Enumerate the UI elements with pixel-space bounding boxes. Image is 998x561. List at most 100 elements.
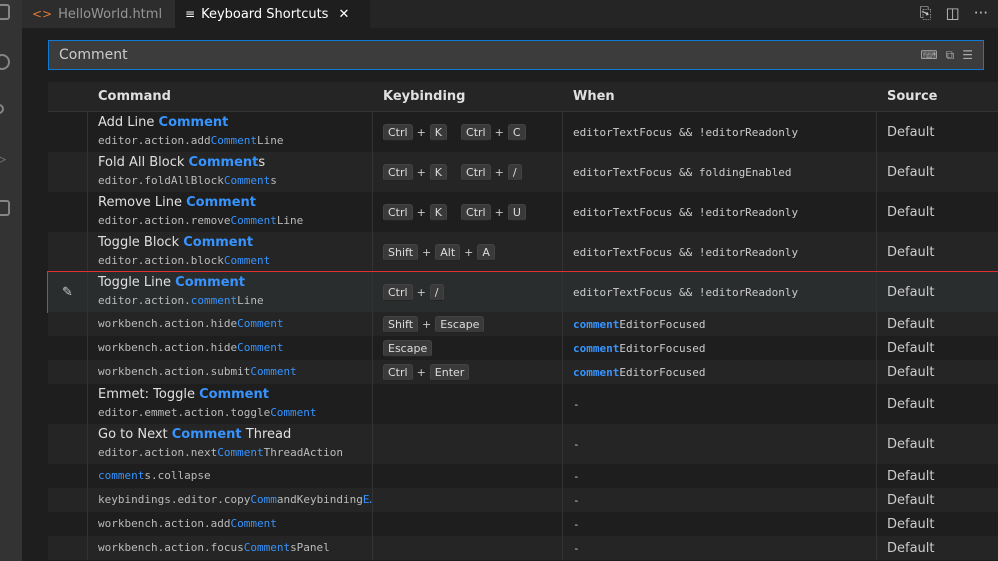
search-icon[interactable] [0,54,10,70]
edit-pencil-icon[interactable]: ✎ [62,285,73,300]
split-editor-icon[interactable]: ◫ [946,4,960,22]
text-segment: - [573,517,580,531]
command-title: Toggle Line Comment [98,274,372,292]
command-title: Remove Line Comment [98,194,372,212]
when-cell: editorTextFocus && !editorReadonly [563,192,877,232]
match-highlight: Comment [158,115,229,130]
command-title: Toggle Block Comment [98,234,372,252]
tab-helloworld[interactable]: <> HelloWorld.html [22,0,175,28]
text-segment: Go to Next [98,427,172,442]
match-highlight: Comment [230,517,277,530]
table-header: Command Keybinding When Source [48,82,998,112]
header-source[interactable]: Source [877,89,998,104]
run-debug-icon[interactable]: ▷ [0,152,12,168]
plus-separator: + [416,165,426,179]
source-control-icon[interactable] [0,104,4,114]
table-row[interactable]: workbench.action.focusCommentsPanel - Defa… [48,536,998,560]
open-json-icon[interactable]: ⎘ [919,4,931,22]
text-segment: editor.emmet.action.toggle [98,406,271,419]
key-cap: Shift [383,315,419,333]
key-cap: Ctrl [383,203,413,221]
plus-separator: + [416,365,426,379]
table-row[interactable]: workbench.action.hideComment Escape commen… [48,336,998,360]
more-actions-icon[interactable]: ··· [974,4,988,22]
text-segment: Fold All Block [98,155,189,170]
source-cell: Default [887,436,935,452]
command-cell: Add Line Comment editor.action.addComment… [88,112,373,152]
match-highlight: Comment [188,155,259,170]
text-segment: andKeybinding [276,493,363,506]
match-highlight: comment [190,294,238,307]
command-cell: workbench.action.hideComment [88,336,373,360]
extensions-icon[interactable] [0,200,10,216]
text-segment: Toggle Line [98,275,176,290]
table-row[interactable]: keybindings.editor.copyCommandKeybinding… [48,488,998,512]
text-segment: s [270,174,277,187]
table-row[interactable]: Toggle Block Comment editor.action.blockC… [48,232,998,272]
header-when[interactable]: When [563,82,877,111]
text-segment: Remove Line [98,195,187,210]
explorer-icon[interactable] [0,4,10,20]
table-row[interactable]: workbench.action.submitComment Ctrl + Enter… [48,360,998,384]
keybinding-cell: Ctrl + K Ctrl + C [373,112,563,152]
key-cap: K [429,203,448,221]
keybinding-cell: Ctrl + K Ctrl + / [373,152,563,192]
text-segment: - [573,541,580,555]
sort-by-precedence-icon[interactable]: ⧉ [946,48,955,63]
command-cell: Go to Next Comment Thread editor.action.n… [88,424,373,464]
close-icon[interactable]: ✕ [338,7,349,22]
text-segment: editor.action. [98,294,191,307]
tab-label: HelloWorld.html [58,6,163,22]
table-row[interactable]: Emmet: Toggle Comment editor.emmet.action… [48,384,998,424]
key-cap: Ctrl [383,283,413,301]
plus-separator: + [464,245,474,259]
header-command[interactable]: Command [88,82,373,111]
table-row[interactable]: comments.collapse - Default [48,464,998,488]
table-row[interactable]: Remove Line Comment editor.action.removeC… [48,192,998,232]
table-row[interactable]: ✎ Toggle Line Comment editor.action.commen… [47,271,998,313]
match-highlight: Comment [250,365,297,378]
record-keys-icon[interactable]: ⌨ [920,48,937,63]
command-cell: Emmet: Toggle Comment editor.emmet.action… [88,384,373,424]
clear-search-icon[interactable]: ☰ [962,48,973,63]
header-keybinding[interactable]: Keybinding [373,82,563,111]
match-highlight: Comment [186,195,256,210]
when-cell: - [563,424,877,464]
text-segment: - [573,469,580,483]
keybinding-cell [373,464,563,488]
text-segment: editorTextFocus && !editorReadonly [573,285,799,299]
source-cell: Default [887,396,935,412]
table-row[interactable]: Add Line Comment editor.action.addComment… [48,112,998,152]
table-row[interactable]: workbench.action.hideComment Shift + Escape… [48,312,998,336]
source-cell: Default [887,468,935,484]
keybindings-table: Command Keybinding When Source Add Line … [47,82,998,560]
source-cell: Default [887,316,935,332]
source-cell: Default [887,492,935,508]
table-row[interactable]: Go to Next Comment Thread editor.action.n… [48,424,998,464]
text-segment: ThreadAction [263,446,344,459]
when-cell: comment EditorFocused [563,312,877,336]
text-segment: keybindings.editor.copy [98,493,251,506]
match-highlight: E… [362,493,372,506]
tab-keyboard-shortcuts[interactable]: ≡ Keyboard Shortcuts ✕ [175,0,370,28]
match-highlight: comment [573,341,620,355]
match-highlight: comment [98,469,145,482]
table-row[interactable]: workbench.action.addComment - Default [48,512,998,536]
tab-bar: <> HelloWorld.html ≡ Keyboard Shortcuts ✕ ⎘… [22,0,998,28]
source-cell: Default [887,340,935,356]
command-id: editor.action.blockComment [98,252,372,270]
match-highlight: Comment [175,275,246,290]
keyboard-shortcuts-icon: ≡ [185,7,196,21]
search-input[interactable] [59,47,921,63]
match-highlight: Comment [243,541,291,554]
match-highlight: Comment [223,174,271,187]
command-cell: Toggle Block Comment editor.action.blockC… [88,232,373,272]
text-segment: editorTextFocus && foldingEnabled [573,165,792,179]
key-cap: Ctrl [383,163,413,181]
table-row[interactable]: Fold All Block Comments editor.foldAllBlo… [48,152,998,192]
search-box: ⌨ ⧉ ☰ [48,40,984,70]
match-highlight: Comment [217,446,264,459]
command-title: Emmet: Toggle Comment [98,386,372,404]
html-code-icon: <> [32,7,53,21]
source-cell: Default [887,364,935,380]
